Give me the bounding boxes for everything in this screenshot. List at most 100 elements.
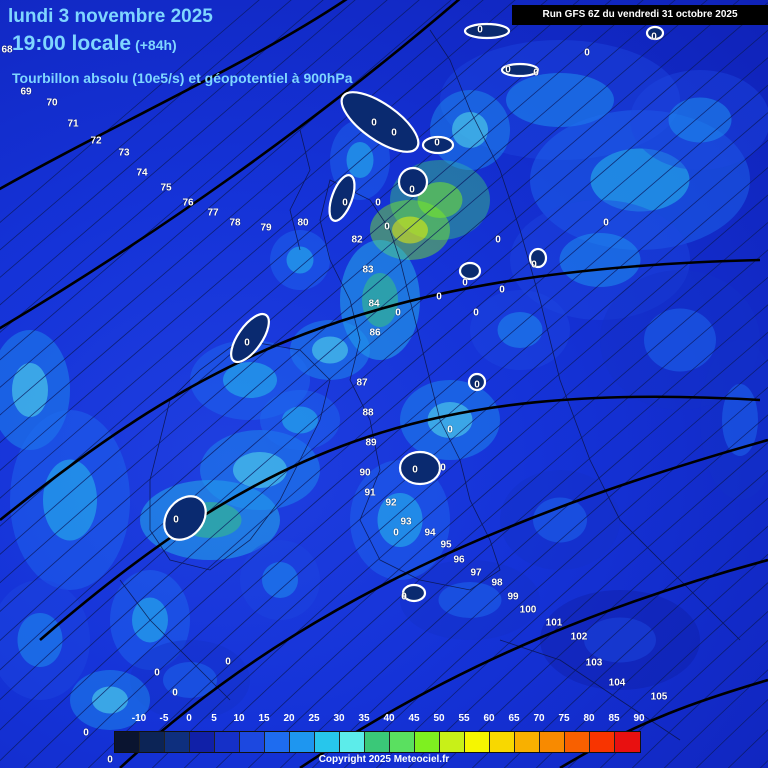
vorticity-label: 0 (409, 184, 415, 196)
geopotential-label: 84 (368, 298, 380, 310)
geopotential-label: 75 (160, 182, 172, 194)
geopotential-label: 92 (385, 497, 397, 509)
vorticity-label: 0 (499, 284, 505, 296)
geopotential-label: 73 (118, 147, 130, 159)
parameter-title: Tourbillon absolu (10e5/s) et géopotenti… (12, 70, 353, 86)
legend-bar (114, 731, 641, 753)
geopotential-label: 90 (359, 467, 371, 479)
legend-swatch (540, 732, 565, 752)
legend-swatch (290, 732, 315, 752)
vorticity-label: 0 (440, 462, 446, 474)
legend-swatch (315, 732, 340, 752)
vorticity-label: 0 (391, 127, 397, 139)
vorticity-label: 0 (584, 47, 590, 59)
zero-contour (463, 22, 511, 40)
geopotential-label: 91 (364, 487, 376, 499)
legend-ticks: -10 -5 0 5 10 15 20 25 30 35 40 45 50 55 60 65 70 75 80 85 9… (114, 713, 645, 729)
vorticity-label: 0 (395, 307, 401, 319)
vorticity-label: 0 (342, 197, 348, 209)
geopotential-label: 68 (1, 44, 13, 56)
vorticity-core (668, 97, 732, 143)
geopotential-label: 78 (229, 217, 241, 229)
legend-swatch (390, 732, 415, 752)
geopotential-label: 70 (46, 97, 58, 109)
legend-tick: 90 (633, 713, 645, 724)
vorticity-core (452, 112, 488, 148)
geopotential-label: 104 (608, 677, 626, 689)
legend-swatch (515, 732, 540, 752)
legend-swatch (465, 732, 490, 752)
vorticity-label: 0 (434, 137, 440, 149)
geopotential-label: 96 (453, 554, 465, 566)
vorticity-label: 0 (244, 337, 250, 349)
copyright: Copyright 2025 Meteociel.fr (318, 754, 450, 765)
geopotential-label: 89 (365, 437, 377, 449)
forecast-hour: 19:00 locale (12, 32, 132, 55)
vorticity-label: 0 (393, 527, 399, 539)
legend-swatch (140, 732, 165, 752)
geopotential-label: 101 (545, 617, 563, 629)
geopotential-label: 100 (519, 604, 537, 616)
vorticity-label: 0 (447, 424, 453, 436)
geopotential-label: 98 (491, 577, 503, 589)
vorticity-core (533, 497, 587, 543)
vorticity-core (92, 686, 128, 714)
vorticity-core (12, 363, 48, 417)
vorticity-label: 0 (651, 31, 657, 43)
geopotential-label: 99 (507, 591, 519, 603)
vorticity-core (392, 216, 428, 244)
vorticity-label: 0 (462, 277, 468, 289)
vorticity-core (497, 312, 543, 348)
vorticity-label: 0 (533, 67, 539, 79)
vorticity-label: 0 (83, 727, 89, 739)
geopotential-label: 80 (297, 217, 309, 229)
legend-swatch (590, 732, 615, 752)
vorticity-label: 0 (371, 117, 377, 129)
geopotential-label: 95 (440, 539, 452, 551)
vorticity-core (584, 617, 656, 663)
vorticity-label: 0 (473, 307, 479, 319)
vorticity-label: 0 (172, 687, 178, 699)
geopotential-label: 94 (424, 527, 436, 539)
weather-map: lundi 3 novembre 2025 19:00 locale (+84h)… (0, 0, 768, 768)
vorticity-field (0, 0, 768, 768)
geopotential-label: 71 (67, 118, 79, 130)
vorticity-core (644, 308, 716, 372)
geopotential-label: 77 (207, 207, 219, 219)
forecast-time: 19:00 locale (+84h) (12, 32, 177, 56)
legend-swatch (190, 732, 215, 752)
vorticity-label: 0 (505, 64, 511, 76)
vorticity-label: 0 (474, 379, 480, 391)
vorticity-core (346, 142, 374, 178)
geopotential-label: 74 (136, 167, 148, 179)
vorticity-label: 0 (603, 217, 609, 229)
legend-swatch (490, 732, 515, 752)
geopotential-label: 97 (470, 567, 482, 579)
geopotential-label: 86 (369, 327, 381, 339)
geopotential-label: 76 (182, 197, 194, 209)
vorticity-label: 0 (477, 24, 483, 36)
geopotential-label: 69 (20, 86, 32, 98)
vorticity-core (286, 246, 314, 274)
legend-swatch (340, 732, 365, 752)
vorticity-label: 0 (154, 667, 160, 679)
geopotential-label: 88 (362, 407, 374, 419)
run-info: Run GFS 6Z du vendredi 31 octobre 2025 (512, 5, 768, 25)
vorticity-label: 0 (436, 291, 442, 303)
vorticity-label: 0 (401, 591, 407, 603)
legend-swatch (365, 732, 390, 752)
legend-swatch (165, 732, 190, 752)
geopotential-label: 79 (260, 222, 272, 234)
vorticity-label: 0 (225, 656, 231, 668)
legend-swatch (115, 732, 140, 752)
vorticity-label: 0 (375, 197, 381, 209)
geopotential-label: 93 (400, 516, 412, 528)
geopotential-label: 87 (356, 377, 368, 389)
color-legend: -10 -5 0 5 10 15 20 25 30 35 40 45 50 55 60 65 70 75 80 85 9… (114, 713, 645, 753)
geopotential-label: 83 (362, 264, 374, 276)
vorticity-label: 0 (173, 514, 179, 526)
geopotential-label: 105 (650, 691, 668, 703)
legend-swatch (415, 732, 440, 752)
legend-swatch (565, 732, 590, 752)
vorticity-label: 0 (531, 259, 537, 271)
